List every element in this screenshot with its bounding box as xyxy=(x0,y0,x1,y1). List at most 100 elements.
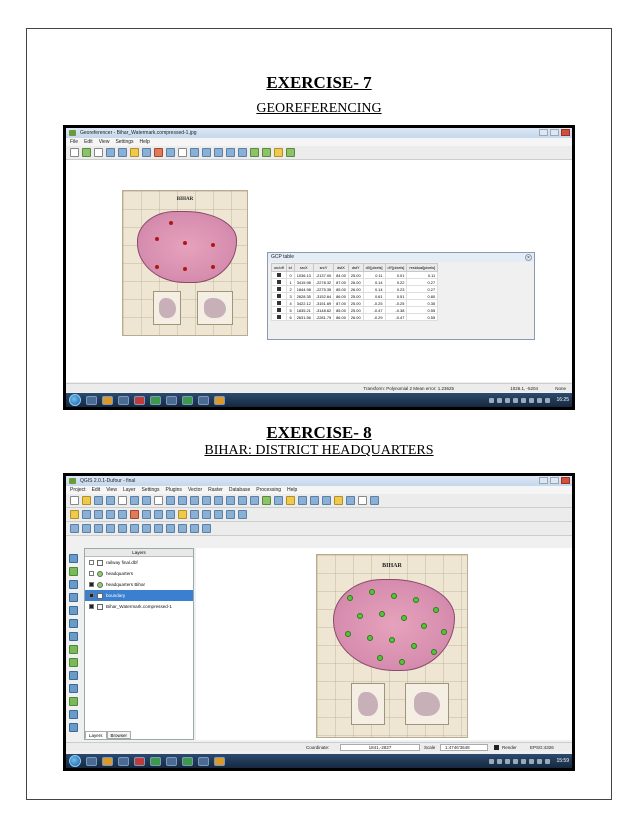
headquarters-marker[interactable] xyxy=(441,629,447,635)
menu-file[interactable]: File xyxy=(70,138,78,146)
row-checkbox[interactable] xyxy=(271,292,287,300)
taskbar-app-icon[interactable] xyxy=(214,756,225,766)
zoom-full-icon[interactable] xyxy=(202,496,211,505)
layer-visibility-checkbox[interactable] xyxy=(89,571,94,576)
layer-item-railway[interactable]: railway final.dbf xyxy=(85,557,193,568)
bihar-map-image[interactable]: BIHAR xyxy=(122,190,248,336)
generate-script-icon[interactable] xyxy=(94,148,103,157)
new-shapefile-icon[interactable] xyxy=(69,684,78,693)
attribute-table-icon[interactable] xyxy=(310,496,319,505)
refresh-icon[interactable] xyxy=(262,496,271,505)
taskbar-app-icon[interactable] xyxy=(166,756,177,766)
layer-visibility-checkbox[interactable] xyxy=(89,604,94,609)
maximize-button[interactable] xyxy=(550,477,559,484)
bihar-map-image[interactable]: BIHAR xyxy=(316,554,468,738)
taskbar-app-icon[interactable] xyxy=(118,395,129,405)
headquarters-marker[interactable] xyxy=(389,637,395,643)
layer-visibility-checkbox[interactable] xyxy=(89,560,94,565)
clock[interactable]: 15:59 xyxy=(556,758,569,764)
headquarters-marker[interactable] xyxy=(357,613,363,619)
row-checkbox[interactable] xyxy=(271,306,287,314)
delete-ring-icon[interactable] xyxy=(130,524,139,533)
zoom-native-icon[interactable] xyxy=(190,496,199,505)
save-as-icon[interactable] xyxy=(106,496,115,505)
taskbar-app-icon[interactable] xyxy=(150,756,161,766)
menu-processing[interactable]: Processing xyxy=(256,486,281,494)
bookmark-icon[interactable] xyxy=(346,496,355,505)
tray-icon[interactable] xyxy=(529,397,535,403)
gcp-point[interactable] xyxy=(155,237,159,241)
headquarters-marker[interactable] xyxy=(433,607,439,613)
headquarters-marker[interactable] xyxy=(421,623,427,629)
layer-item-headquarters-bihar[interactable]: headquarters Bihar xyxy=(85,579,193,590)
add-postgis-layer-icon[interactable] xyxy=(69,580,78,589)
zoom-in-icon[interactable] xyxy=(166,496,175,505)
menu-edit[interactable]: Edit xyxy=(84,138,93,146)
headquarters-marker[interactable] xyxy=(345,631,351,637)
zoom-layer-icon[interactable] xyxy=(214,148,223,157)
open-raster-icon[interactable] xyxy=(70,148,79,157)
identify-icon[interactable] xyxy=(274,496,283,505)
row-checkbox[interactable] xyxy=(271,278,287,286)
layer-visibility-checkbox[interactable] xyxy=(89,582,94,587)
menu-project[interactable]: Project xyxy=(70,486,86,494)
save-edits-icon[interactable] xyxy=(82,510,91,519)
tray-icon[interactable] xyxy=(489,397,495,403)
col-srcy[interactable]: srcY xyxy=(312,263,335,272)
label-icon[interactable] xyxy=(178,510,187,519)
tab-layers[interactable]: Layers xyxy=(85,731,107,739)
clock[interactable]: 16:25 xyxy=(556,397,569,403)
zoom-next-icon[interactable] xyxy=(238,148,247,157)
menu-database[interactable]: Database xyxy=(229,486,250,494)
copy-icon[interactable] xyxy=(154,510,163,519)
menu-view[interactable]: View xyxy=(106,486,117,494)
taskbar-app-icon[interactable] xyxy=(150,395,161,405)
reshape-icon[interactable] xyxy=(154,524,163,533)
add-oracle-layer-icon[interactable] xyxy=(69,619,78,628)
add-wfs-layer-icon[interactable] xyxy=(69,658,78,667)
save-project-icon[interactable] xyxy=(94,496,103,505)
text-annotation-icon[interactable] xyxy=(358,496,367,505)
qgis-map-canvas[interactable]: BIHAR xyxy=(196,548,572,740)
show-label-icon[interactable] xyxy=(202,510,211,519)
deselect-icon[interactable] xyxy=(298,496,307,505)
tray-icon[interactable] xyxy=(505,758,511,764)
open-project-icon[interactable] xyxy=(82,496,91,505)
measure-icon[interactable] xyxy=(322,496,331,505)
col-dx[interactable]: dX[pixels] xyxy=(362,263,386,272)
histogram-icon[interactable] xyxy=(274,148,283,157)
stretch-icon[interactable] xyxy=(286,148,295,157)
rotate-symbols-icon[interactable] xyxy=(202,524,211,533)
tray-icon[interactable] xyxy=(513,758,519,764)
col-onoff[interactable]: on/off xyxy=(271,263,287,272)
add-mssql-layer-icon[interactable] xyxy=(69,606,78,615)
settings-icon[interactable] xyxy=(130,148,139,157)
crs-label[interactable]: None xyxy=(555,384,566,393)
add-feature-icon[interactable] xyxy=(94,510,103,519)
tray-icon[interactable] xyxy=(545,758,551,764)
gcp-point[interactable] xyxy=(155,265,159,269)
menu-view[interactable]: View xyxy=(99,138,110,146)
layer-item-headquarters[interactable]: headquarters xyxy=(85,568,193,579)
tray-icon[interactable] xyxy=(537,397,543,403)
taskbar-app-icon[interactable] xyxy=(166,395,177,405)
new-project-icon[interactable] xyxy=(70,496,79,505)
add-point-icon[interactable] xyxy=(142,148,151,157)
menu-edit[interactable]: Edit xyxy=(92,486,101,494)
new-spatialite-icon[interactable] xyxy=(69,697,78,706)
row-checkbox[interactable] xyxy=(271,271,287,279)
headquarters-marker[interactable] xyxy=(347,595,353,601)
crs-status[interactable]: EPSG:4326 xyxy=(530,743,554,752)
zoom-next-icon[interactable] xyxy=(250,496,259,505)
tray-icon[interactable] xyxy=(537,758,543,764)
move-label-icon[interactable] xyxy=(214,510,223,519)
menu-layer[interactable]: Layer xyxy=(123,486,136,494)
merge-features-icon[interactable] xyxy=(190,524,199,533)
col-residual[interactable]: residual[pixels] xyxy=(406,263,439,272)
zoom-selection-icon[interactable] xyxy=(214,496,223,505)
taskbar-app-icon[interactable] xyxy=(198,395,209,405)
gcp-point[interactable] xyxy=(183,241,187,245)
add-spatialite-layer-icon[interactable] xyxy=(69,593,78,602)
zoom-in-icon[interactable] xyxy=(190,148,199,157)
zoom-out-icon[interactable] xyxy=(178,496,187,505)
